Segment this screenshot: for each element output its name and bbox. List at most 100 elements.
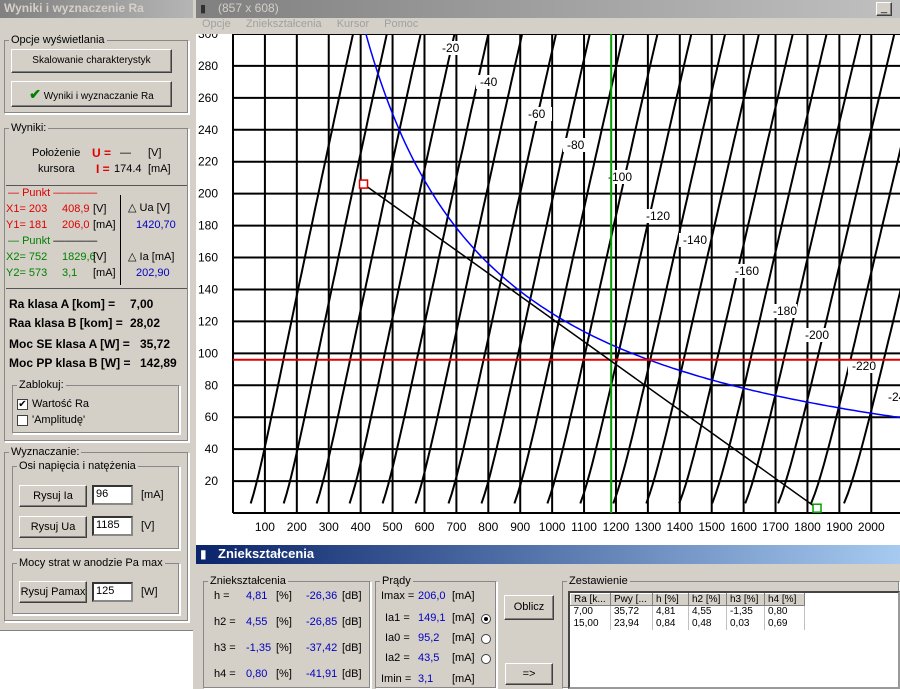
- menu-opcje[interactable]: Opcje: [202, 18, 231, 30]
- x-tick-label: 1700: [762, 520, 789, 534]
- summary-column-header[interactable]: h3 [%]: [726, 593, 765, 606]
- harmonic-percent: 4,55: [246, 616, 268, 628]
- delta-icon: △: [128, 202, 137, 214]
- pmax-input[interactable]: 125: [92, 582, 133, 602]
- summary-column-header[interactable]: h4 [%]: [764, 593, 805, 606]
- draw-ia-button[interactable]: Rysuj Ia: [19, 485, 87, 507]
- x-tick-label: 200: [287, 520, 307, 534]
- i-unit: [mA]: [148, 163, 171, 175]
- i-label: I =: [96, 162, 110, 176]
- divider: [6, 288, 187, 289]
- currents-legend: Prądy: [382, 575, 411, 587]
- calculate-button[interactable]: Oblicz: [504, 595, 554, 620]
- y-tick-label: 140: [198, 282, 218, 296]
- summary-table-container[interactable]: Ra [k... Pwy [... h [%] h2 [%] h3 [%] h4 [%] …: [568, 591, 900, 689]
- distortion-window-title-text: Zniekształcenia: [218, 546, 315, 561]
- curve-label: -160: [735, 264, 759, 278]
- ia0-radio[interactable]: [481, 634, 491, 644]
- summary-column-header[interactable]: Ra [k...: [570, 593, 611, 606]
- menu-kursor[interactable]: Kursor: [337, 18, 369, 30]
- x1-unit: [V]: [93, 203, 107, 215]
- imin-value: 3,1: [418, 673, 434, 685]
- summary-row[interactable]: 7,00 35,72 4,81 4,55 -1,35 0,80: [570, 605, 805, 618]
- point2-marker: [812, 503, 822, 513]
- x1-value: 408,9: [62, 203, 90, 215]
- ua-input[interactable]: 1185: [92, 516, 133, 536]
- minimize-button[interactable]: _: [876, 2, 892, 16]
- delta-ia-label: Ia [mA]: [139, 251, 175, 263]
- divider: [6, 185, 187, 186]
- x-tick-label: 300: [319, 520, 339, 534]
- y-tick-label: 280: [198, 59, 218, 73]
- harmonic-percent-unit: [%]: [276, 642, 292, 654]
- summary-row[interactable]: 15,00 23,94 0,84 0,48 0,03 0,69: [570, 617, 805, 630]
- menu-pomoc[interactable]: Pomoc: [384, 18, 418, 30]
- x1-label: X1= 203: [6, 203, 48, 215]
- summary-legend: Zestawienie: [569, 575, 628, 587]
- u-label: U =: [92, 146, 112, 160]
- harmonic-db-unit: [dB]: [342, 642, 362, 654]
- harmonic-label: h =: [214, 590, 230, 602]
- ia1-radio[interactable]: [481, 614, 491, 624]
- draw-pmax-button[interactable]: Rysuj Pamax: [19, 581, 87, 603]
- desktop-area: [0, 630, 193, 689]
- lock-amplitude-checkbox[interactable]: [17, 415, 28, 426]
- harmonic-db: -41,91: [306, 668, 338, 680]
- draw-ua-button[interactable]: Rysuj Ua: [19, 516, 87, 538]
- harmonic-percent: 4,81: [246, 590, 268, 602]
- results-legend: Wyniki:: [11, 122, 47, 134]
- x-tick-label: 1200: [603, 520, 630, 534]
- pmax-legend: Mocy strat w anodzie Pa max: [19, 557, 163, 569]
- summary-cell: 0,69: [764, 617, 805, 630]
- summary-cell: 7,00: [570, 605, 611, 618]
- scaling-button[interactable]: Skalowanie charakterystyk: [11, 49, 172, 73]
- summary-column-header[interactable]: h [%]: [652, 593, 689, 606]
- chart-menu-bar: Opcje Zniekształcenia Kursor Pomoc: [196, 18, 900, 34]
- x2-label: X2= 752: [6, 251, 48, 263]
- y2-unit: [mA]: [93, 267, 116, 279]
- x-tick-label: 1600: [730, 520, 757, 534]
- harmonic-percent-unit: [%]: [276, 616, 292, 628]
- checkmark-icon: ✔: [29, 86, 41, 102]
- ia-input[interactable]: 96: [92, 485, 133, 505]
- y2-value: 3,1: [62, 267, 78, 279]
- summary-cell: 0,84: [652, 617, 689, 630]
- pmax-unit: [W]: [141, 586, 158, 598]
- lock-legend: Zablokuj:: [19, 379, 64, 391]
- x-tick-label: 1300: [635, 520, 662, 534]
- x-tick-label: 1500: [698, 520, 725, 534]
- anode-characteristics-chart[interactable]: 20 40 60 80 100 120 140 160 180 200 220 240 260 280 30…: [196, 34, 900, 545]
- summary-cell: 4,81: [652, 605, 689, 618]
- harmonic-label: h4 =: [214, 668, 236, 680]
- harmonic-db-unit: [dB]: [342, 616, 362, 628]
- lock-ra-checkbox[interactable]: ✔: [17, 399, 28, 410]
- ia2-radio[interactable]: [481, 654, 491, 664]
- transfer-button[interactable]: =>: [505, 663, 553, 685]
- determine-legend: Wyznaczanie:: [11, 446, 80, 458]
- y-tick-label: 100: [198, 346, 218, 360]
- summary-cell: -1,35: [726, 605, 765, 618]
- harmonic-db: -37,42: [306, 642, 338, 654]
- i-value: 174.4: [114, 163, 142, 175]
- app-icon: ▮: [200, 547, 207, 561]
- curve-label: -40: [480, 75, 498, 89]
- summary-column-header[interactable]: h2 [%]: [688, 593, 727, 606]
- u-unit: [V]: [148, 147, 162, 159]
- x-tick-label: 1400: [666, 520, 693, 534]
- summary-cell: 4,55: [688, 605, 727, 618]
- x-tick-label: 100: [255, 520, 275, 534]
- imin-label: Imin =: [381, 673, 412, 685]
- point1-marker: [358, 179, 369, 189]
- results-button[interactable]: ✔ Wyniki i wyznaczanie Ra: [11, 81, 172, 107]
- point2-heading: — Punkt ————: [8, 235, 98, 247]
- y-tick-label: 80: [205, 378, 219, 392]
- ia0-unit: [mA]: [452, 632, 475, 644]
- y-tick-label: 180: [198, 219, 218, 233]
- menu-znieksztalcenia[interactable]: Zniekształcenia: [246, 18, 322, 30]
- y-tick-label: 200: [198, 187, 218, 201]
- y-tick-label: 260: [198, 91, 218, 105]
- results-window: Wyniki i wyznaczenie Ra Opcje wyświetlan…: [0, 0, 193, 630]
- ia0-value: 95,2: [418, 632, 440, 644]
- summary-cell: 0,03: [726, 617, 765, 630]
- summary-column-header[interactable]: Pwy [...: [610, 593, 653, 606]
